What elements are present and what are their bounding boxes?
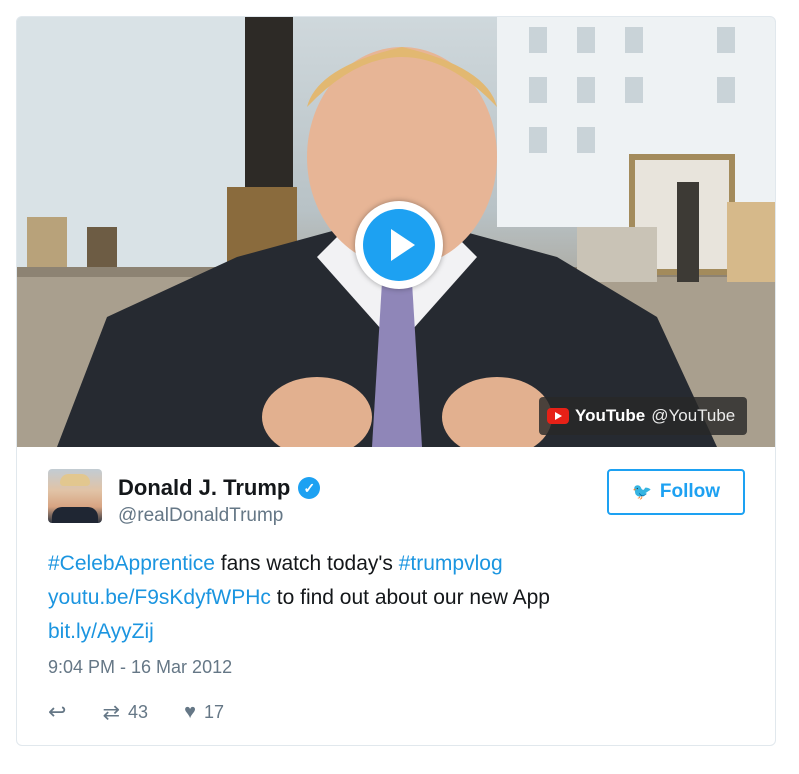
author-name-row[interactable]: Donald J. Trump ✓ (118, 475, 321, 501)
tweet-text-segment: fans watch today's (214, 552, 399, 575)
url-link[interactable]: bit.ly/AyyZij (48, 620, 154, 643)
hashtag-link[interactable]: #CelebApprentice (48, 552, 215, 575)
youtube-source-name: YouTube (575, 406, 646, 425)
retweet-icon: ⇄ (102, 700, 121, 724)
url-link[interactable]: youtu.be/F9sKdyfWPHc (48, 586, 271, 609)
tweet-timestamp[interactable]: 9:04 PM - 16 Mar 2012 (48, 657, 232, 678)
tweet-actions: ↩ ⇄ 43 ♥ 17 (48, 697, 260, 727)
video-thumbnail[interactable]: YouTube @YouTube (17, 17, 775, 447)
author-name: Donald J. Trump (118, 475, 291, 500)
play-button[interactable] (355, 201, 443, 289)
youtube-attribution-badge[interactable]: YouTube @YouTube (539, 397, 748, 435)
tweet-text-segment: to find out about our new App (270, 586, 550, 609)
follow-label: Follow (659, 481, 721, 502)
tweet-card: YouTube @YouTube Donald J. Trump ✓ @real… (16, 16, 776, 746)
youtube-source-handle: @YouTube (651, 406, 736, 425)
verified-check-icon: ✓ (298, 477, 321, 499)
author-handle[interactable]: @realDonaldTrump (118, 505, 283, 527)
avatar[interactable] (48, 469, 102, 523)
follow-button[interactable]: 🐦 Follow (607, 469, 745, 515)
retweet-button[interactable]: ⇄ 43 (102, 700, 148, 725)
reply-button[interactable]: ↩ (48, 699, 66, 725)
retweet-count: 43 (128, 701, 149, 722)
tweet-header: Donald J. Trump ✓ @realDonaldTrump 🐦 Fol… (48, 467, 745, 527)
hashtag-link[interactable]: #trumpvlog (399, 552, 503, 575)
like-count: 17 (203, 701, 224, 722)
like-button[interactable]: ♥ 17 (184, 701, 224, 724)
tweet-text: #CelebApprentice fans watch today's #tru… (48, 547, 745, 649)
reply-icon: ↩ (48, 699, 67, 724)
twitter-bird-icon: 🐦 (631, 484, 652, 501)
youtube-logo-icon (547, 408, 569, 424)
heart-icon: ♥ (184, 700, 196, 723)
play-icon (363, 209, 435, 281)
